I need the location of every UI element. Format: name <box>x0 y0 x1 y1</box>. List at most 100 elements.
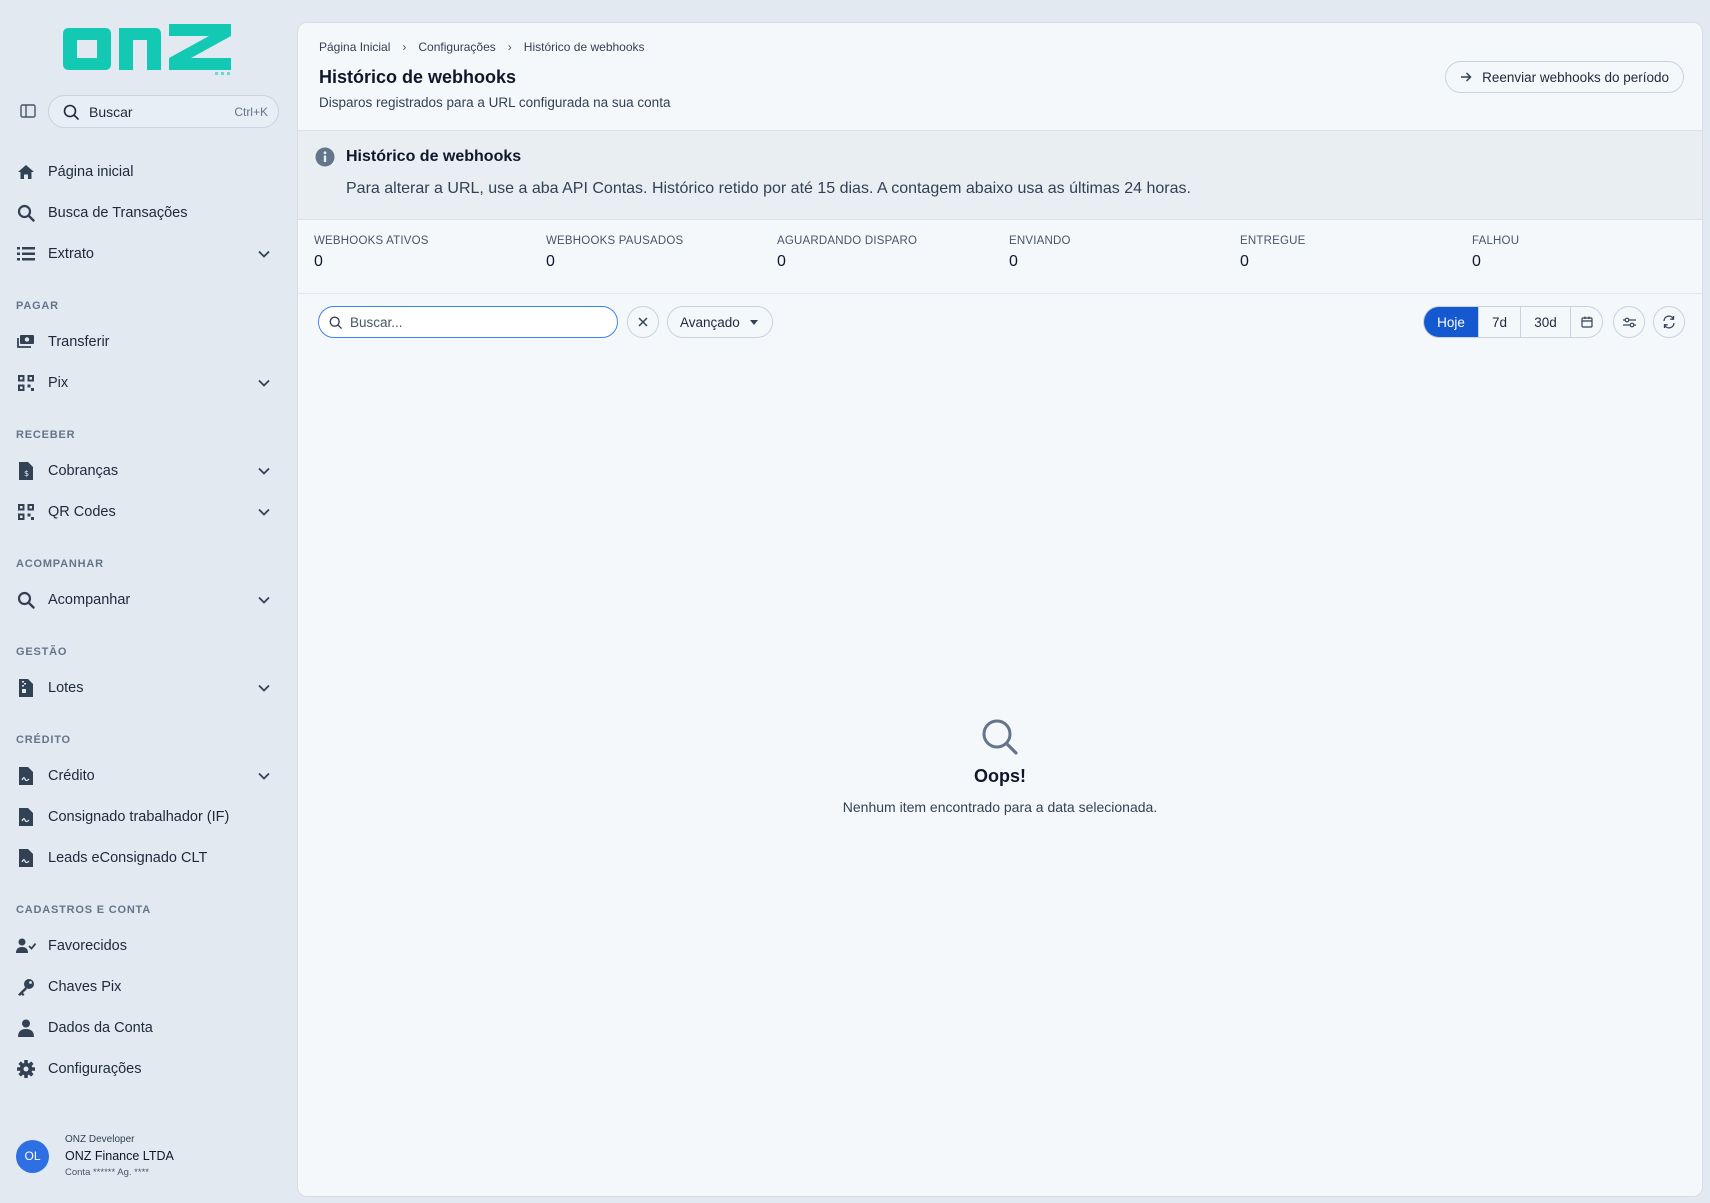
divider <box>298 293 1702 294</box>
sidebar-item-label: Dados da Conta <box>48 1020 153 1036</box>
range-7d-button[interactable]: 7d <box>1478 307 1520 337</box>
column-settings-button[interactable] <box>1613 306 1645 338</box>
sidebar-item-chaves-pix[interactable]: Chaves Pix <box>16 971 280 1003</box>
sidebar: Buscar Ctrl+K Página inicial Busca de Tr… <box>0 0 297 1203</box>
sidebar-item-label: Acompanhar <box>48 592 131 608</box>
close-icon <box>638 317 648 327</box>
qr-code-icon <box>16 502 36 522</box>
sidebar-item-pagina-inicial[interactable]: Página inicial <box>16 156 280 188</box>
date-picker-button[interactable] <box>1570 307 1602 337</box>
resend-webhooks-button[interactable]: Reenviar webhooks do período <box>1445 61 1684 93</box>
onz-logo[interactable] <box>55 20 237 78</box>
filter-toolbar: Avançado Hoje 7d 30d <box>298 305 1702 341</box>
sidebar-item-qr-codes[interactable]: QR Codes <box>16 496 280 528</box>
info-banner: Histórico de webhooks Para alterar a URL… <box>298 130 1702 220</box>
stat-value: 0 <box>1240 253 1249 270</box>
resend-webhooks-label: Reenviar webhooks do período <box>1482 69 1669 85</box>
sidebar-item-configuracoes[interactable]: Configurações <box>16 1053 280 1085</box>
sidebar-item-label: Chaves Pix <box>48 979 122 995</box>
sidebar-item-transferir[interactable]: Transferir <box>16 326 280 358</box>
breadcrumb-item-home[interactable]: Página Inicial <box>319 40 390 54</box>
key-icon <box>16 977 36 997</box>
sidebar-item-leads[interactable]: Leads eConsignado CLT <box>16 842 280 874</box>
stat-value: 0 <box>314 253 323 270</box>
user-account-menu[interactable]: OL ONZ Developer ONZ Finance LTDA Conta … <box>16 1128 276 1184</box>
qr-code-icon <box>16 373 36 393</box>
stat-value: 0 <box>1472 253 1481 270</box>
section-title-credito: CRÉDITO <box>16 734 71 746</box>
range-30d-button[interactable]: 30d <box>1520 307 1570 337</box>
clear-search-button[interactable] <box>627 306 659 338</box>
chevron-right-icon: › <box>507 40 512 54</box>
chevron-down-icon <box>256 375 272 391</box>
invoice-dollar-icon: $ <box>16 461 36 481</box>
chevron-down-icon <box>256 504 272 520</box>
sidebar-item-extrato[interactable]: Extrato <box>16 238 280 270</box>
sidebar-item-label: Lotes <box>48 680 84 696</box>
file-contract-icon <box>16 807 36 827</box>
calendar-icon <box>1580 316 1593 328</box>
search-input[interactable] <box>350 314 600 330</box>
user-account-info: Conta ****** Ag. **** <box>65 1167 149 1178</box>
stat-label: WEBHOOKS ATIVOS <box>314 235 429 247</box>
stat-value: 0 <box>1009 253 1018 270</box>
main-panel: Página Inicial › Configurações › Históri… <box>297 22 1703 1197</box>
svg-text:$: $ <box>24 469 29 478</box>
file-contract-icon <box>16 766 36 786</box>
search-icon <box>16 203 36 223</box>
stat-enviando: ENVIANDO 0 <box>1009 235 1229 271</box>
sidebar-item-lotes[interactable]: Lotes <box>16 672 280 704</box>
sidebar-item-pix[interactable]: Pix <box>16 367 280 399</box>
avatar: OL <box>16 1139 49 1173</box>
user-company: ONZ Finance LTDA <box>65 1149 174 1163</box>
sidebar-item-label: Extrato <box>48 246 94 262</box>
advanced-filter-label: Avançado <box>680 314 740 330</box>
info-banner-text: Para alterar a URL, use a aba API Contas… <box>346 180 1191 197</box>
sidebar-item-label: Cobranças <box>48 463 119 479</box>
file-zip-icon <box>16 678 36 698</box>
sidebar-item-label: Configurações <box>48 1061 142 1077</box>
money-transfer-icon <box>16 332 36 352</box>
sidebar-item-label: Crédito <box>48 768 95 784</box>
section-title-gestao: GESTÃO <box>16 646 68 658</box>
sidebar-item-busca-transacoes[interactable]: Busca de Transações <box>16 197 280 229</box>
stats-row: WEBHOOKS ATIVOS 0 WEBHOOKS PAUSADOS 0 AG… <box>298 235 1702 293</box>
arrow-right-icon <box>1460 71 1472 83</box>
sidebar-item-label: QR Codes <box>48 504 116 520</box>
search-icon <box>329 316 342 329</box>
user-check-icon <box>16 936 36 956</box>
page-subtitle: Disparos registrados para a URL configur… <box>319 95 671 110</box>
sidebar-item-favorecidos[interactable]: Favorecidos <box>16 930 280 962</box>
sidebar-item-cobrancas[interactable]: $ Cobranças <box>16 455 280 487</box>
breadcrumb-item-settings[interactable]: Configurações <box>418 40 495 54</box>
stat-label: ENTREGUE <box>1240 235 1306 247</box>
advanced-filter-button[interactable]: Avançado <box>667 306 773 338</box>
file-contract-icon <box>16 848 36 868</box>
sidebar-item-consignado[interactable]: Consignado trabalhador (IF) <box>16 801 280 833</box>
chevron-down-icon <box>256 680 272 696</box>
search-field[interactable] <box>318 306 618 338</box>
sidebar-item-credito[interactable]: Crédito <box>16 760 280 792</box>
sidebar-toggle-button[interactable] <box>18 102 38 120</box>
refresh-icon <box>1663 315 1675 329</box>
sidebar-item-dados-conta[interactable]: Dados da Conta <box>16 1012 280 1044</box>
shortcut-hint: Ctrl+K <box>234 104 268 119</box>
list-icon <box>16 244 36 264</box>
sidebar-panel-icon <box>20 104 36 118</box>
empty-state-title: Oops! <box>974 766 1026 786</box>
caret-down-icon <box>749 319 758 325</box>
sidebar-item-label: Página inicial <box>48 164 134 180</box>
sidebar-search[interactable]: Buscar Ctrl+K <box>48 95 279 128</box>
gear-icon <box>16 1059 36 1079</box>
sidebar-item-label: Transferir <box>48 334 110 350</box>
stat-value: 0 <box>777 253 786 270</box>
refresh-button[interactable] <box>1653 306 1685 338</box>
stat-falhou: FALHOU 0 <box>1472 235 1692 271</box>
empty-state-message: Nenhum item encontrado para a data selec… <box>842 799 1158 815</box>
sidebar-item-label: Favorecidos <box>48 938 127 954</box>
chevron-down-icon <box>256 246 272 262</box>
date-range-selector: Hoje 7d 30d <box>1423 306 1603 338</box>
sidebar-item-acompanhar[interactable]: Acompanhar <box>16 584 280 616</box>
sidebar-item-label: Busca de Transações <box>48 205 188 221</box>
range-today-button[interactable]: Hoje <box>1424 307 1478 337</box>
